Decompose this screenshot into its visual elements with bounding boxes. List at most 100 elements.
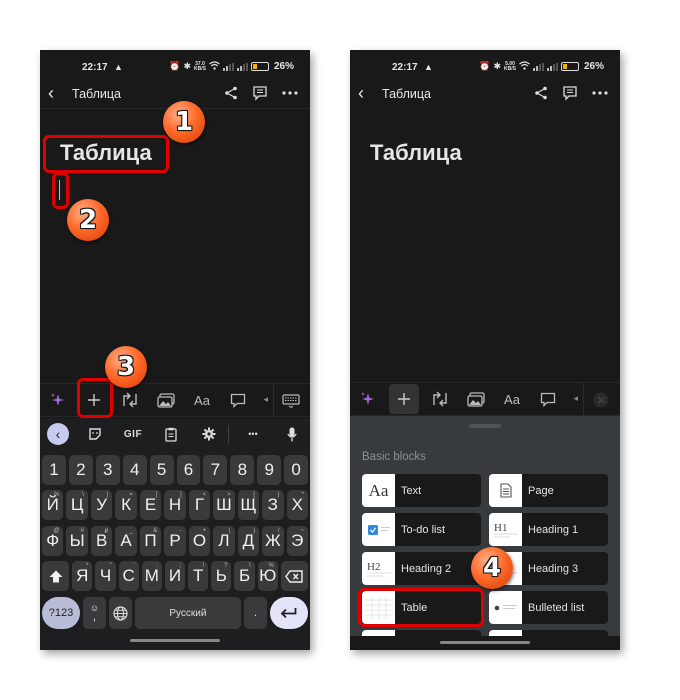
heading1-icon: H1 (489, 513, 522, 546)
block-option-text[interactable]: Aa Text (362, 474, 481, 507)
key-digit[interactable]: 0 (284, 455, 309, 485)
key-digit[interactable]: 8 (230, 455, 255, 485)
key-letter[interactable]: О + (188, 526, 211, 556)
settings-gear-icon[interactable] (190, 418, 228, 450)
block-option-label: Text (401, 484, 422, 497)
key-letter[interactable]: З} (262, 490, 284, 520)
key-digit[interactable]: 6 (176, 455, 201, 485)
key-label: С (122, 566, 135, 585)
key-letter[interactable]: Й% (42, 490, 64, 520)
key-letter[interactable]: П & (139, 526, 162, 556)
text-style-button[interactable]: Aa (494, 384, 530, 414)
key-letter[interactable]: Ф @ (42, 526, 64, 556)
ai-sparkle-icon[interactable] (350, 384, 386, 414)
add-block-button[interactable] (76, 385, 112, 415)
key-letter[interactable]: Я * (72, 561, 93, 591)
home-indicator[interactable] (130, 639, 220, 642)
key-letter[interactable]: Ч " (95, 561, 116, 591)
key-digit[interactable]: 1 (42, 455, 66, 485)
hide-keyboard-icon[interactable] (278, 386, 304, 416)
key-digit[interactable]: 4 (122, 455, 147, 485)
key-letter[interactable]: Е[ (139, 490, 162, 520)
key-letter[interactable]: Р- (164, 526, 186, 556)
back-icon[interactable]: ‹ (358, 84, 364, 102)
period-key[interactable]: . (244, 597, 267, 629)
document-title[interactable]: Таблица (60, 140, 152, 166)
key-letter[interactable]: И; (164, 561, 186, 591)
media-icon[interactable] (148, 385, 184, 415)
key-letter[interactable]: Ж / (262, 526, 284, 556)
block-option-table[interactable]: Table (362, 591, 481, 624)
key-label: Щ (240, 495, 257, 514)
text-cursor[interactable] (59, 180, 60, 200)
key-digit[interactable]: 3 (95, 455, 120, 485)
block-option-heading-1[interactable]: H1 Heading 1 (489, 513, 608, 546)
enter-key[interactable] (269, 597, 308, 629)
key-letter[interactable]: Ь? (211, 561, 232, 591)
block-option-page[interactable]: Page (489, 474, 608, 507)
key-letter[interactable]: У | (90, 490, 113, 520)
language-switch-key[interactable] (108, 597, 132, 629)
key-letter[interactable]: Ц \ (66, 490, 88, 520)
home-indicator[interactable] (440, 641, 530, 644)
gif-button[interactable]: GIF (114, 418, 152, 450)
space-key[interactable]: Русский (134, 597, 242, 629)
key-digit[interactable]: 2 (68, 455, 93, 485)
comments-icon[interactable] (562, 85, 578, 101)
turn-into-icon[interactable] (422, 384, 458, 414)
key-letter[interactable]: Щ{ (237, 490, 260, 520)
ai-sparkle-icon[interactable] (40, 385, 76, 415)
block-option-label: To-do list (401, 523, 446, 536)
more-options-icon[interactable] (282, 91, 298, 95)
key-letter[interactable]: Э ~ (286, 526, 308, 556)
key-letter[interactable]: Т! (188, 561, 209, 591)
block-option-to-do-list[interactable]: To-do list (362, 513, 481, 546)
comment-icon[interactable] (530, 384, 566, 414)
document-title[interactable]: Таблица (370, 140, 462, 166)
add-block-button[interactable] (389, 384, 419, 414)
key-letter[interactable]: Ш > (213, 490, 235, 520)
comment-icon[interactable] (220, 385, 256, 415)
close-menu-icon[interactable] (588, 385, 614, 415)
signal-icon-1 (222, 62, 234, 71)
key-letter[interactable]: Н] (164, 490, 186, 520)
key-letter[interactable]: Д) (237, 526, 260, 556)
key-letter[interactable]: Ю% (257, 561, 278, 591)
sticker-icon[interactable] (76, 418, 114, 450)
share-icon[interactable] (224, 86, 238, 100)
symbols-key[interactable]: ?123 (42, 597, 81, 629)
sheet-drag-handle[interactable] (469, 424, 501, 428)
key-letter[interactable]: К = (115, 490, 137, 520)
text-style-button[interactable]: Aa (184, 385, 220, 415)
backspace-key[interactable] (280, 561, 309, 591)
back-icon[interactable]: ‹ (48, 84, 54, 102)
shift-key[interactable] (42, 561, 70, 591)
key-secondary-label: & (153, 528, 158, 534)
block-option-bulleted-list[interactable]: Bulleted list (489, 591, 608, 624)
microphone-icon[interactable] (277, 418, 307, 450)
key-letter[interactable]: А _ (115, 526, 137, 556)
comments-icon[interactable] (252, 85, 268, 101)
key-letter[interactable]: С ' (118, 561, 139, 591)
comma-emoji-key[interactable]: ☺, (83, 597, 106, 629)
key-letter[interactable]: Л( (213, 526, 235, 556)
wifi-icon (519, 61, 530, 72)
keyboard-collapse-button[interactable]: ‹ (40, 418, 76, 450)
key-letter[interactable]: М: (141, 561, 162, 591)
key-letter[interactable]: Х * (286, 490, 308, 520)
key-letter[interactable]: В ₽ (90, 526, 113, 556)
clipboard-icon[interactable] (152, 418, 190, 450)
key-digit[interactable]: 7 (203, 455, 228, 485)
key-letter[interactable]: Ы # (66, 526, 88, 556)
more-options-icon[interactable] (592, 91, 608, 95)
key-digit[interactable]: 9 (257, 455, 282, 485)
media-icon[interactable] (458, 384, 494, 414)
turn-into-icon[interactable] (112, 385, 148, 415)
share-icon[interactable] (534, 86, 548, 100)
key-digit[interactable]: 5 (149, 455, 174, 485)
key-label: И (168, 566, 182, 585)
more-tools-button[interactable]: ••• (229, 418, 277, 450)
block-option-heading-2[interactable]: H2 Heading 2 (362, 552, 481, 585)
key-letter[interactable]: Г < (188, 490, 211, 520)
key-letter[interactable]: Б \ (234, 561, 255, 591)
